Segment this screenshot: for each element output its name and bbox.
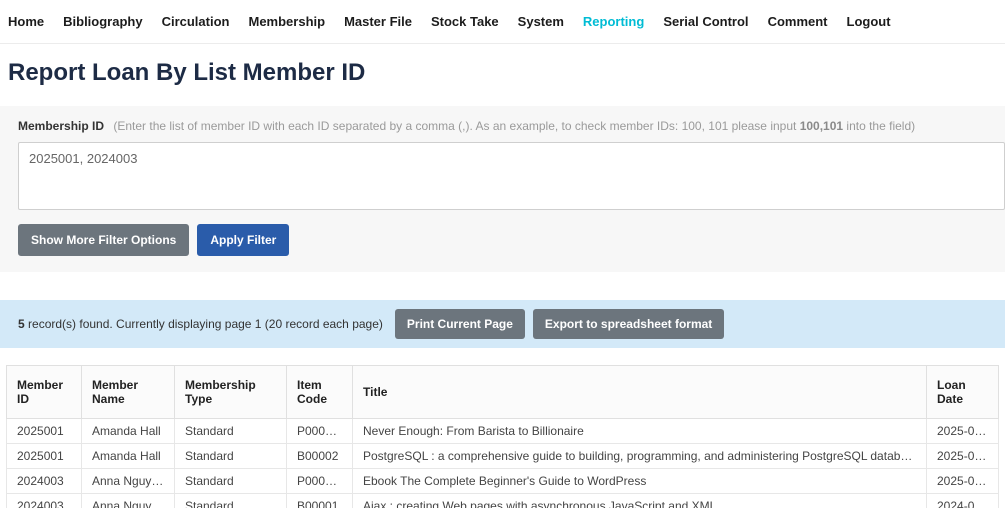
results-summary: 5 record(s) found. Currently displaying …: [18, 317, 383, 331]
table-row: 2025001 Amanda Hall Standard B00002 PostgreS…: [6, 443, 999, 469]
print-current-page-button[interactable]: Print Current Page: [394, 309, 525, 339]
table-header-row: Member ID Member Name Membership Type Item …: [6, 365, 999, 419]
loan-table: Member ID Member Name Membership Type Item …: [6, 365, 999, 508]
cell-member-id: 2024003: [6, 493, 82, 508]
cell-loan-date: 2025-03-07: [926, 443, 999, 469]
cell-member-id: 2025001: [6, 443, 82, 469]
column-header-membership-type: Membership Type: [174, 365, 287, 419]
cell-member-name: Amanda Hall: [81, 418, 175, 444]
cell-item-code: B00001: [286, 493, 353, 508]
nav-item-home[interactable]: Home: [8, 14, 44, 29]
membership-id-hint: (Enter the list of member ID with each I…: [113, 119, 915, 133]
membership-id-textarea[interactable]: 2025001, 2024003: [18, 142, 1005, 210]
nav-item-circulation[interactable]: Circulation: [162, 14, 230, 29]
export-spreadsheet-button[interactable]: Export to spreadsheet format: [532, 309, 725, 339]
show-more-filters-button[interactable]: Show More Filter Options: [18, 224, 190, 256]
nav-item-serial-control[interactable]: Serial Control: [663, 14, 748, 29]
filter-buttons: Show More Filter Options Apply Filter: [18, 224, 1005, 256]
apply-filter-button[interactable]: Apply Filter: [197, 224, 290, 256]
cell-title: Ajax : creating Web pages with asynchron…: [352, 493, 927, 508]
nav-item-bibliography[interactable]: Bibliography: [63, 14, 142, 29]
page-title: Report Loan By List Member ID: [0, 44, 1005, 106]
table-body: 2025001 Amanda Hall Standard P00027S Never E…: [6, 418, 999, 508]
nav-item-membership[interactable]: Membership: [248, 14, 325, 29]
cell-item-code: P00027S: [286, 418, 353, 444]
cell-member-name: Anna Nguyen: [81, 468, 175, 494]
column-header-member-id: Member ID: [6, 365, 82, 419]
cell-loan-date: 2025-03-07: [926, 468, 999, 494]
cell-member-id: 2025001: [6, 418, 82, 444]
record-count: 5: [18, 317, 25, 331]
record-summary-text: record(s) found. Currently displaying pa…: [24, 317, 383, 331]
column-header-member-name: Member Name: [81, 365, 175, 419]
table-row: 2024003 Anna Nguyen Standard B00001 Ajax : c…: [6, 493, 999, 508]
nav-item-stock-take[interactable]: Stock Take: [431, 14, 499, 29]
column-header-item-code: Item Code: [286, 365, 353, 419]
hint-suffix: into the field): [843, 119, 916, 133]
cell-member-name: Amanda Hall: [81, 443, 175, 469]
filter-panel: Membership ID (Enter the list of member …: [0, 106, 1005, 272]
cell-loan-date: 2024-06-07: [926, 493, 999, 508]
main-nav: Home Bibliography Circulation Membership Mas…: [0, 0, 1005, 44]
cell-title: Ebook The Complete Beginner's Guide to W…: [352, 468, 927, 494]
cell-member-name: Anna Nguyen: [81, 493, 175, 508]
cell-loan-date: 2025-03-10: [926, 418, 999, 444]
nav-item-logout[interactable]: Logout: [847, 14, 891, 29]
cell-membership-type: Standard: [174, 443, 287, 469]
cell-item-code: P00003S: [286, 468, 353, 494]
column-header-title: Title: [352, 365, 927, 419]
table-row: 2024003 Anna Nguyen Standard P00003S Ebook T…: [6, 468, 999, 494]
nav-item-master-file[interactable]: Master File: [344, 14, 412, 29]
results-bar: 5 record(s) found. Currently displaying …: [0, 300, 1005, 348]
nav-item-system[interactable]: System: [518, 14, 564, 29]
cell-membership-type: Standard: [174, 418, 287, 444]
table-row: 2025001 Amanda Hall Standard P00027S Never E…: [6, 418, 999, 444]
column-header-loan-date: Loan Date: [926, 365, 999, 419]
cell-title: Never Enough: From Barista to Billionair…: [352, 418, 927, 444]
cell-member-id: 2024003: [6, 468, 82, 494]
nav-item-reporting[interactable]: Reporting: [583, 14, 644, 29]
cell-item-code: B00002: [286, 443, 353, 469]
nav-item-comment[interactable]: Comment: [768, 14, 828, 29]
membership-id-label: Membership ID: [18, 119, 105, 133]
cell-title: PostgreSQL : a comprehensive guide to bu…: [352, 443, 927, 469]
filter-label-row: Membership ID (Enter the list of member …: [0, 119, 1005, 133]
hint-prefix: (Enter the list of member ID with each I…: [113, 119, 800, 133]
cell-membership-type: Standard: [174, 468, 287, 494]
hint-example: 100,101: [799, 119, 844, 133]
cell-membership-type: Standard: [174, 493, 287, 508]
